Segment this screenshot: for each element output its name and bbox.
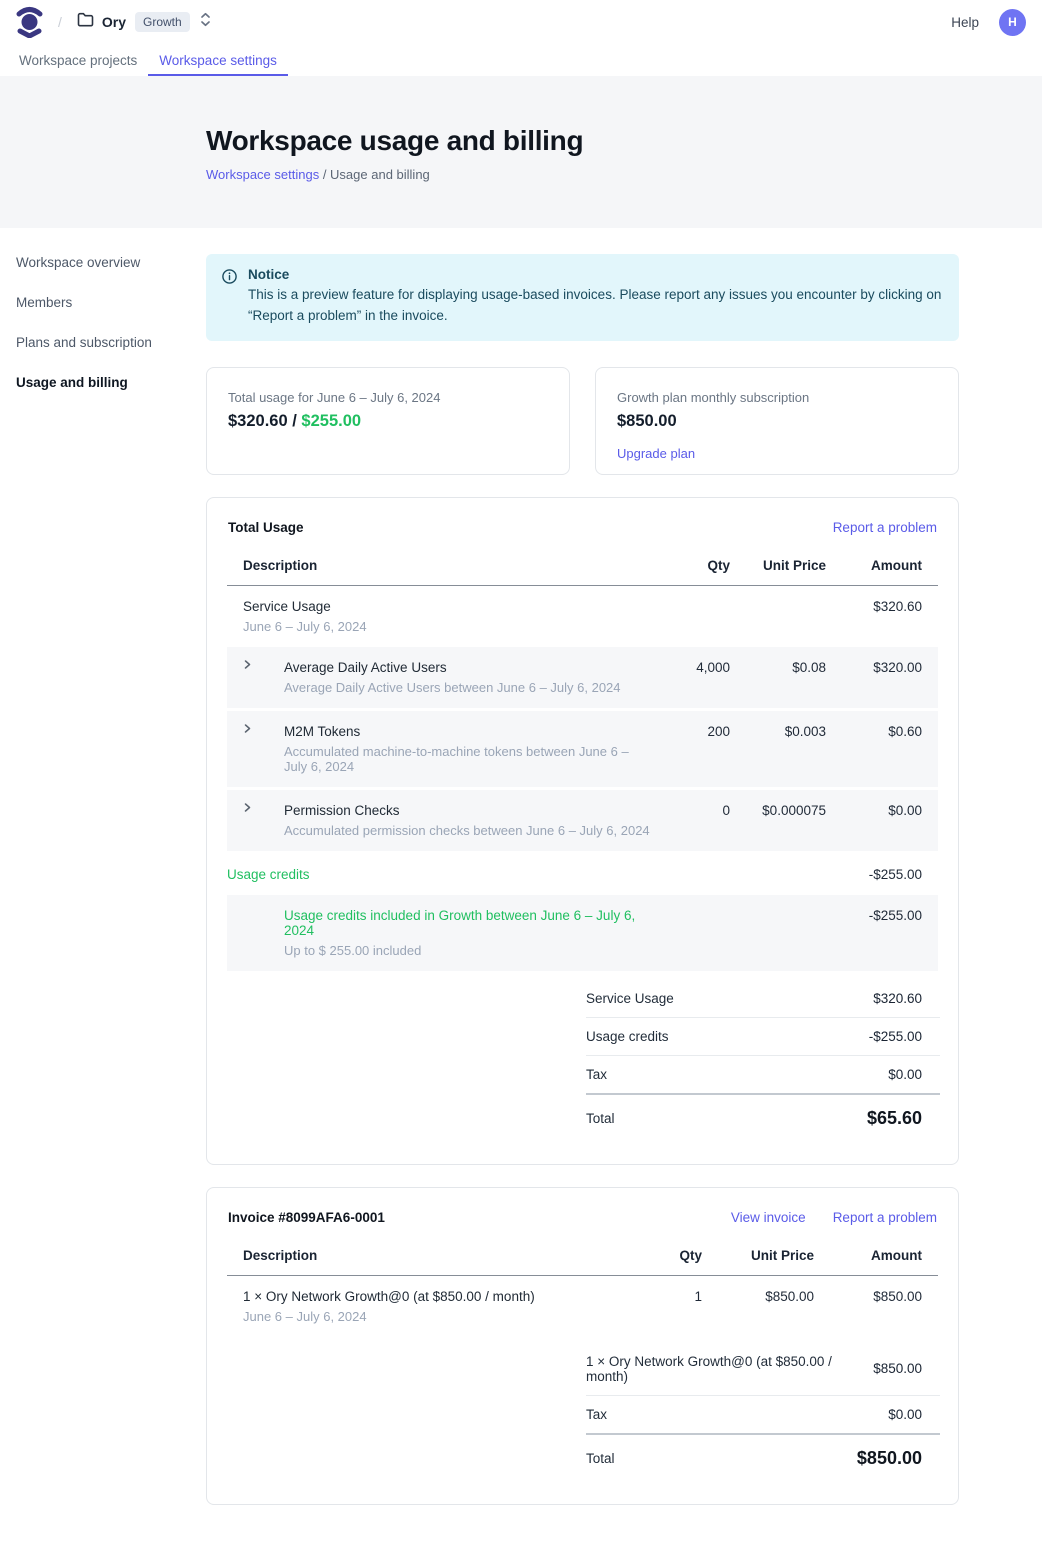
usage-credits-detail-row: Usage credits included in Growth between… bbox=[227, 895, 938, 974]
settings-sidebar: Workspace overview Members Plans and sub… bbox=[0, 228, 206, 415]
upgrade-plan-link[interactable]: Upgrade plan bbox=[617, 446, 695, 461]
summary-row-tax: Tax $0.00 bbox=[586, 1056, 940, 1094]
expand-chevron-icon[interactable] bbox=[227, 647, 268, 711]
help-link[interactable]: Help bbox=[951, 15, 979, 30]
col-amount: Amount bbox=[830, 1235, 938, 1276]
workspace-switcher-icon[interactable] bbox=[190, 12, 211, 32]
total-usage-card: Total usage for June 6 – July 6, 2024 $3… bbox=[206, 367, 570, 475]
summary-row-line-item: 1 × Ory Network Growth@0 (at $850.00 / m… bbox=[586, 1343, 940, 1396]
col-unit-price: Unit Price bbox=[746, 545, 842, 586]
col-unit-price: Unit Price bbox=[718, 1235, 830, 1276]
service-usage-amount: $320.60 bbox=[842, 586, 938, 647]
total-usage-label: Total usage for June 6 – July 6, 2024 bbox=[228, 390, 548, 405]
col-description: Description bbox=[227, 545, 668, 586]
top-bar: / Ory Growth Help H bbox=[0, 0, 1042, 44]
sidebar-item-members[interactable]: Members bbox=[16, 295, 206, 310]
subscription-card: Growth plan monthly subscription $850.00… bbox=[595, 367, 959, 475]
tab-workspace-settings[interactable]: Workspace settings bbox=[148, 44, 288, 76]
breadcrumb-workspace-settings-link[interactable]: Workspace settings bbox=[206, 167, 319, 182]
summary-row-usage-credits: Usage credits -$255.00 bbox=[586, 1018, 940, 1056]
breadcrumb: Workspace settings / Usage and billing bbox=[206, 167, 1042, 182]
usage-item-row-permission-checks[interactable]: Permission Checks Accumulated permission… bbox=[227, 790, 938, 854]
usage-table: Description Qty Unit Price Amount Servic… bbox=[227, 545, 938, 974]
sidebar-item-usage-and-billing[interactable]: Usage and billing bbox=[16, 375, 206, 390]
page-header: Workspace usage and billing Workspace se… bbox=[0, 76, 1042, 228]
view-invoice-link[interactable]: View invoice bbox=[731, 1210, 806, 1225]
usage-credits-group-row: Usage credits -$255.00 bbox=[227, 854, 938, 895]
invoice-item-row: 1 × Ory Network Growth@0 (at $850.00 / m… bbox=[227, 1276, 938, 1337]
usage-card-title: Total Usage bbox=[228, 520, 304, 535]
notice-banner: Notice This is a preview feature for dis… bbox=[206, 254, 959, 341]
breadcrumb-separator: / bbox=[58, 14, 62, 30]
summary-row-total: Total $65.60 bbox=[586, 1093, 940, 1140]
invoice-title: Invoice #8099AFA6-0001 bbox=[228, 1210, 385, 1225]
notice-body: This is a preview feature for displaying… bbox=[248, 285, 943, 327]
usage-credit-value: $255.00 bbox=[301, 412, 361, 430]
summary-row-tax: Tax $0.00 bbox=[586, 1396, 940, 1434]
usage-item-row-m2m-tokens[interactable]: M2M Tokens Accumulated machine-to-machin… bbox=[227, 711, 938, 790]
col-qty: Qty bbox=[668, 545, 746, 586]
col-qty: Qty bbox=[656, 1235, 718, 1276]
page-title: Workspace usage and billing bbox=[206, 125, 1042, 157]
main-content: Notice This is a preview feature for dis… bbox=[206, 228, 959, 1545]
ory-logo-icon[interactable] bbox=[16, 6, 43, 38]
service-usage-group-row: Service Usage June 6 – July 6, 2024 $320… bbox=[227, 586, 938, 647]
plan-badge: Growth bbox=[135, 12, 190, 32]
usage-credits-name: Usage credits bbox=[227, 867, 652, 882]
subscription-value: $850.00 bbox=[617, 412, 937, 431]
col-description: Description bbox=[227, 1235, 656, 1276]
summary-row-service-usage: Service Usage $320.60 bbox=[586, 980, 940, 1018]
notice-title: Notice bbox=[248, 267, 943, 282]
workspace-tabs: Workspace projects Workspace settings bbox=[0, 44, 1042, 76]
breadcrumb-current: / Usage and billing bbox=[319, 167, 430, 182]
expand-chevron-icon[interactable] bbox=[227, 790, 268, 854]
service-usage-name: Service Usage bbox=[243, 599, 652, 614]
usage-summary: Service Usage $320.60 Usage credits -$25… bbox=[586, 980, 940, 1140]
workspace-name[interactable]: Ory bbox=[102, 14, 126, 30]
sidebar-item-workspace-overview[interactable]: Workspace overview bbox=[16, 255, 206, 270]
invoice-report-problem-link[interactable]: Report a problem bbox=[833, 1210, 937, 1225]
invoice-card: Invoice #8099AFA6-0001 View invoice Repo… bbox=[206, 1187, 959, 1505]
usage-report-problem-link[interactable]: Report a problem bbox=[833, 520, 937, 535]
invoice-table-header: Description Qty Unit Price Amount bbox=[227, 1235, 938, 1276]
sidebar-item-plans-and-subscription[interactable]: Plans and subscription bbox=[16, 335, 206, 350]
service-usage-period: June 6 – July 6, 2024 bbox=[243, 619, 652, 634]
usage-item-row-daily-active-users[interactable]: Average Daily Active Users Average Daily… bbox=[227, 647, 938, 711]
invoice-table: Description Qty Unit Price Amount 1 × Or… bbox=[227, 1235, 938, 1337]
user-avatar[interactable]: H bbox=[999, 9, 1026, 36]
summary-row-total: Total $850.00 bbox=[586, 1433, 940, 1480]
expand-chevron-icon[interactable] bbox=[227, 711, 268, 790]
usage-credits-amount: -$255.00 bbox=[842, 854, 938, 895]
total-usage-invoice-card: Total Usage Report a problem Description… bbox=[206, 497, 959, 1165]
usage-table-header: Description Qty Unit Price Amount bbox=[227, 545, 938, 586]
subscription-label: Growth plan monthly subscription bbox=[617, 390, 937, 405]
info-icon bbox=[222, 267, 248, 327]
folder-icon bbox=[77, 12, 102, 32]
total-usage-value: $320.60 / $255.00 bbox=[228, 412, 548, 431]
tab-workspace-projects[interactable]: Workspace projects bbox=[8, 44, 148, 76]
summary-cards: Total usage for June 6 – July 6, 2024 $3… bbox=[206, 367, 959, 475]
col-amount: Amount bbox=[842, 545, 938, 586]
invoice-summary: 1 × Ory Network Growth@0 (at $850.00 / m… bbox=[586, 1343, 940, 1480]
